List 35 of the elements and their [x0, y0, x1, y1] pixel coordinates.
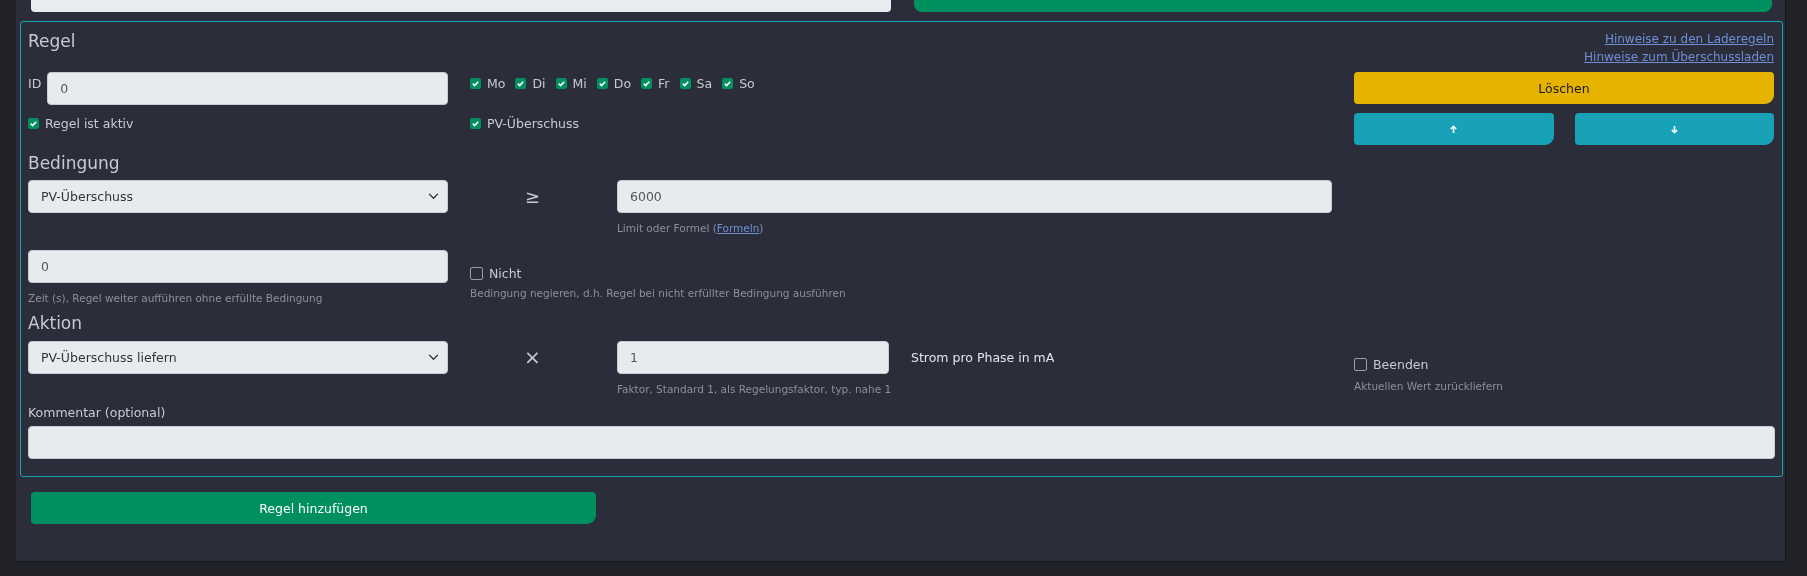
delete-button[interactable]: Löschen — [1354, 72, 1774, 104]
add-rule-button[interactable]: Regel hinzufügen — [31, 492, 596, 524]
weekday-label: Do — [613, 75, 632, 91]
weekday-label: Di — [532, 75, 546, 91]
checkbox-label: PV-Überschuss — [487, 116, 580, 131]
section-heading: Regel — [28, 30, 76, 53]
help-text: Limit oder Formel (Formeln) — [617, 221, 765, 235]
section-heading: Aktion — [28, 312, 84, 335]
help-text: Bedingung negieren, d.h. Regel bei nicht erfüllter Bedingung ausführen — [470, 286, 847, 300]
unit-label: Strom pro Phase in mA — [911, 349, 1055, 365]
help-text: Zeit (s), Regel weiter aufführen ohne erfüllte Bedingung — [28, 291, 324, 305]
weekday-label: Mi — [572, 75, 587, 91]
help-text: Faktor, Standard 1, als Regelungsfaktor, typ. nahe 1 — [617, 382, 889, 396]
id-field[interactable]: 0 — [47, 72, 448, 105]
help-link[interactable]: Hinweise zum Überschussladen — [1584, 50, 1774, 64]
condition-select[interactable]: PV-Überschuss — [28, 180, 448, 213]
id-label: ID — [28, 75, 42, 91]
section-heading: Bedingung — [28, 152, 121, 175]
checkbox-label: Beenden — [1373, 357, 1429, 372]
formula-link[interactable]: Formeln — [716, 222, 760, 234]
checkbox-label: Nicht — [489, 266, 522, 281]
weekday-label: Mo — [487, 75, 506, 91]
checkbox-label: Regel ist aktiv — [45, 116, 134, 131]
comment-label: Kommentar (optional) — [28, 405, 167, 421]
action-select[interactable]: PV-Überschuss liefern — [28, 341, 448, 374]
operator-symbol: × — [523, 344, 542, 371]
operator-symbol: ≥ — [523, 185, 542, 209]
help-link[interactable]: Hinweise zu den Laderegeln — [1604, 32, 1774, 46]
weekday-label: So — [739, 75, 755, 91]
limit-field[interactable]: 6000 — [617, 180, 1332, 213]
weekday-label: Fr — [658, 75, 670, 91]
factor-field[interactable]: 1 — [617, 341, 889, 374]
help-text: Aktuellen Wert zurückliefern — [1354, 379, 1504, 393]
delay-field[interactable]: 0 — [28, 250, 448, 283]
weekday-label: Sa — [696, 75, 713, 91]
